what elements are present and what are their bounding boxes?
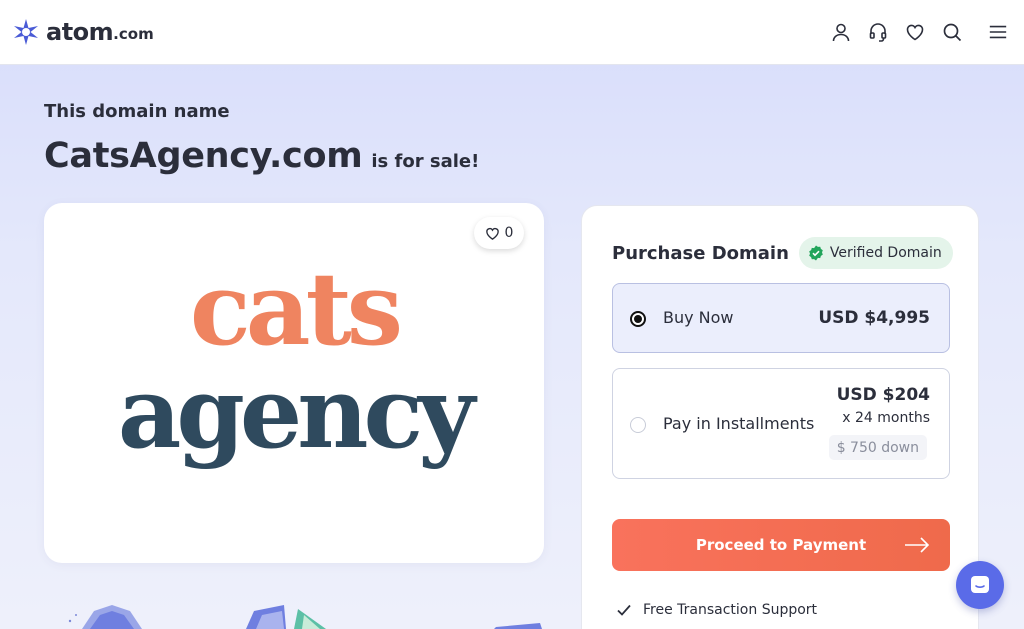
buy-now-label: Buy Now	[663, 308, 734, 327]
chat-launcher-button[interactable]	[956, 561, 1004, 609]
shield-illustration	[68, 605, 142, 629]
feature-item: Free Transaction Support	[616, 602, 817, 618]
site-header: atom .com	[0, 0, 1024, 65]
logo-suffix: .com	[113, 25, 154, 43]
checkmark-icon	[617, 604, 631, 616]
domain-title: CatsAgency.com	[44, 136, 363, 176]
purchase-panel: Purchase Domain Verified Domain Buy Now …	[581, 205, 979, 629]
installments-option[interactable]: Pay in Installments USD $204 x 24 months…	[612, 368, 950, 479]
installments-down-payment: $ 750 down	[828, 435, 927, 460]
buy-now-price: USD $4,995	[818, 308, 930, 328]
support-headset-icon[interactable]	[868, 22, 888, 42]
purchase-header: Purchase Domain Verified Domain	[612, 237, 953, 269]
installments-radio[interactable]	[630, 417, 646, 433]
buy-now-option[interactable]: Buy Now USD $4,995	[612, 283, 950, 353]
brand-logo-cats: cats	[189, 250, 403, 368]
for-sale-label: is for sale!	[371, 151, 480, 172]
menu-icon[interactable]	[988, 22, 1008, 42]
domain-title-row: CatsAgency.com is for sale!	[44, 136, 479, 176]
domain-eyebrow: This domain name	[44, 101, 230, 122]
logo-text: atom	[46, 18, 114, 46]
feature-label: Free Transaction Support	[643, 602, 818, 618]
domain-logo-card: 0 cats agency	[44, 203, 544, 563]
like-count: 0	[504, 225, 514, 241]
purchase-title: Purchase Domain	[612, 242, 789, 264]
installments-term: x 24 months	[842, 410, 930, 426]
buy-now-radio[interactable]	[630, 311, 646, 327]
proceed-to-payment-button[interactable]: Proceed to Payment	[612, 519, 950, 571]
card-illustration	[494, 623, 542, 629]
arrow-right-icon	[905, 537, 930, 553]
proceed-label: Proceed to Payment	[695, 536, 867, 554]
installments-label: Pay in Installments	[663, 414, 815, 433]
favorites-heart-icon[interactable]	[905, 22, 925, 42]
verified-label: Verified Domain	[829, 245, 942, 261]
verified-badge: Verified Domain	[798, 237, 953, 269]
chat-icon	[971, 576, 989, 593]
verified-check-icon	[809, 245, 823, 261]
atom-logo[interactable]: atom .com	[12, 18, 154, 46]
brand-logo-agency: agency	[117, 356, 475, 471]
heart-icon	[485, 227, 499, 240]
cards-illustration	[246, 605, 326, 629]
installments-price: USD $204	[836, 385, 930, 405]
header-actions	[831, 22, 1012, 42]
account-icon[interactable]	[831, 22, 851, 42]
atom-logo-icon	[14, 19, 38, 45]
search-icon[interactable]	[942, 22, 962, 42]
like-button[interactable]: 0	[474, 217, 524, 249]
